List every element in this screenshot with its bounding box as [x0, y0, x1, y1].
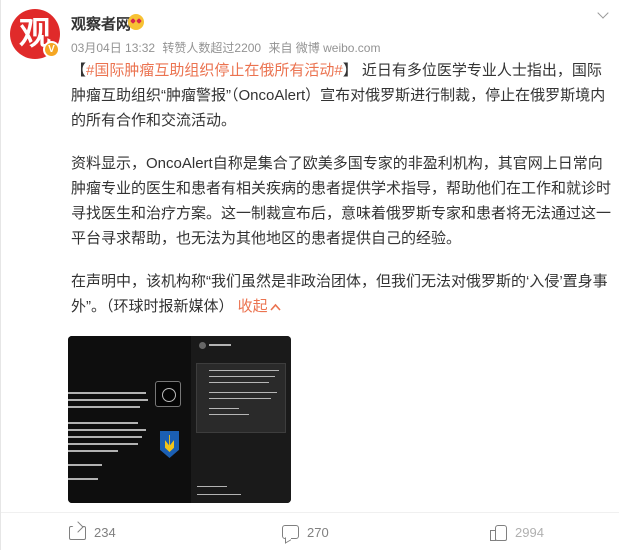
comment-icon: [281, 523, 299, 541]
oncoalert-logo-icon: [155, 381, 181, 407]
image-text-line: [68, 399, 148, 401]
bracket-close: 】: [342, 62, 358, 79]
image-text-line: [68, 478, 98, 480]
paragraph-1: 【#国际肿瘤互助组织停止在俄所有活动#】 近日有多位医学专业人士指出，国际肿瘤互…: [71, 58, 611, 133]
profile-dot-icon: [199, 342, 206, 349]
image-text-line: [209, 414, 249, 415]
paragraph-2: 资料显示，OncoAlert自称是集合了欧美多国专家的非盈利机构，其官网上日常向…: [71, 155, 612, 247]
paragraph-3-text: 在声明中，该机构称“我们虽然是非政治团体，但我们无法对俄罗斯的‘入侵’置身事外”…: [71, 273, 608, 315]
like-button[interactable]: 2994: [489, 522, 544, 542]
share-button[interactable]: 234: [68, 522, 116, 542]
verified-badge-icon: V: [43, 41, 60, 58]
image-text-line: [197, 494, 241, 495]
more-options-chevron-icon[interactable]: [596, 8, 610, 22]
image-right-panel: [191, 336, 291, 503]
image-text-line: [209, 344, 231, 346]
image-text-line: [68, 422, 138, 424]
comment-count: 270: [307, 524, 329, 540]
post-image[interactable]: [68, 336, 291, 503]
image-left-panel: [68, 336, 191, 503]
like-count: 2994: [515, 524, 544, 540]
image-text-line: [68, 450, 118, 452]
image-text-line: [209, 376, 275, 377]
action-divider: [1, 512, 619, 513]
share-count: 234: [94, 524, 116, 540]
image-text-line: [68, 429, 146, 431]
image-text-line: [68, 464, 102, 466]
image-text-line: [209, 398, 271, 399]
image-text-line: [68, 436, 142, 438]
image-text-line: [68, 443, 138, 445]
image-text-line: [209, 370, 279, 371]
bracket-open: 【: [71, 62, 87, 79]
reposts-over-label: 转赞人数超过2200: [162, 41, 262, 55]
collapse-button[interactable]: 收起: [238, 298, 281, 315]
thumbs-up-icon: [489, 523, 507, 541]
paragraph-3: 在声明中，该机构称“我们虽然是非政治团体，但我们无法对俄罗斯的‘入侵’置身事外”…: [71, 269, 611, 319]
image-text-line: [197, 486, 227, 487]
image-text-line: [68, 392, 146, 394]
share-icon: [68, 523, 86, 541]
post-meta: 03月04日 13:32 转赞人数超过2200 来自 微博 weibo.com: [71, 39, 384, 56]
image-text-line: [209, 392, 277, 393]
ukraine-emblem-icon: [160, 431, 179, 458]
heart-eyes-emoji-icon: [128, 14, 144, 30]
comment-button[interactable]: 270: [281, 522, 329, 542]
post-source: 来自 微博 weibo.com: [268, 41, 381, 55]
weibo-post-card: 观 V 观察者网 03月04日 13:32 转赞人数超过2200 来自 微博 w…: [0, 0, 619, 550]
chevron-up-icon: [270, 303, 281, 311]
collapse-label: 收起: [237, 298, 268, 315]
image-text-line: [68, 406, 140, 408]
hashtag-link[interactable]: #国际肿瘤互助组织停止在俄所有活动#: [86, 62, 343, 79]
user-name[interactable]: 观察者网: [71, 13, 131, 34]
image-comment-panel: [196, 363, 286, 433]
post-date[interactable]: 03月04日 13:32: [71, 41, 155, 55]
image-text-line: [209, 382, 269, 383]
post-content: 【#国际肿瘤互助组织停止在俄所有活动#】 近日有多位医学专业人士指出，国际肿瘤互…: [71, 58, 611, 319]
image-text-line: [209, 408, 239, 409]
